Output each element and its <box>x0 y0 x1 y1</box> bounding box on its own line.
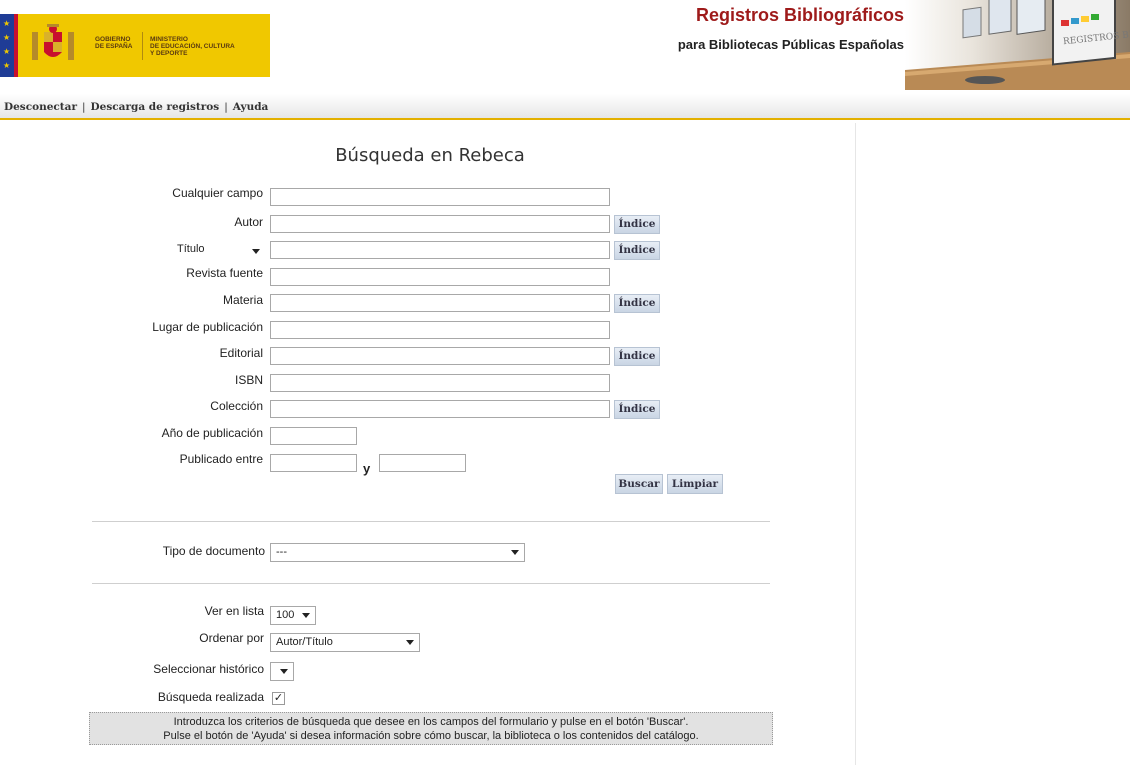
published-from-input[interactable] <box>270 454 357 472</box>
journal-input[interactable] <box>270 268 610 286</box>
ministry-line-2: DE EDUCACIÓN, CULTURA <box>150 43 235 50</box>
page-title: Búsqueda en Rebeca <box>335 145 525 166</box>
author-input[interactable] <box>270 215 610 233</box>
publisher-input[interactable] <box>270 347 610 365</box>
nav-ayuda-link[interactable]: Ayuda <box>233 101 269 113</box>
published-to-input[interactable] <box>379 454 466 472</box>
help-info-line-2: Pulse el botón de 'Ayuda' si desea infor… <box>163 730 699 742</box>
subject-index-button[interactable]: Índice <box>614 294 660 313</box>
ministry-line-1: MINISTERIO <box>150 36 188 43</box>
search-button[interactable]: Buscar <box>615 474 663 494</box>
eu-flag-strip: ★ ★ ★ ★ <box>0 14 14 77</box>
chevron-down-icon <box>252 249 260 254</box>
published-and-label: y <box>363 461 371 476</box>
de-espana-label: DE ESPAÑA <box>95 43 133 50</box>
right-column-divider <box>855 123 856 765</box>
checkmark-icon: ✓ <box>273 692 284 704</box>
publisher-label: Editorial <box>219 346 263 360</box>
doc-type-select-value: --- <box>276 546 287 558</box>
coat-of-arms-icon <box>32 24 74 60</box>
nav-separator: | <box>82 101 86 113</box>
list-size-select[interactable]: 100 <box>270 606 316 625</box>
nav-desconectar-link[interactable]: Desconectar <box>4 101 77 113</box>
ministry-line-3: Y DEPORTE <box>150 50 188 57</box>
doc-type-label: Tipo de documento <box>162 544 265 558</box>
isbn-input[interactable] <box>270 374 610 392</box>
collection-label: Colección <box>210 399 263 413</box>
year-label: Año de publicación <box>161 426 263 440</box>
section-divider <box>92 583 770 584</box>
collection-index-button[interactable]: Índice <box>614 400 660 419</box>
logo-separator <box>142 32 143 60</box>
published-between-label: Publicado entre <box>179 452 263 466</box>
nav-separator: | <box>224 101 228 113</box>
title-index-button[interactable]: Índice <box>614 241 660 260</box>
collection-input[interactable] <box>270 400 610 418</box>
search-done-checkbox[interactable]: ✓ <box>272 692 285 705</box>
app-title: Registros Bibliográficos <box>695 5 904 25</box>
help-info-line-1: Introduzca los criterios de búsqueda que… <box>173 716 689 728</box>
history-label: Seleccionar histórico <box>153 662 264 676</box>
sort-by-select-value: Autor/Título <box>276 636 333 648</box>
journal-label: Revista fuente <box>186 266 263 280</box>
chevron-down-icon <box>302 613 310 618</box>
nav-menu: Desconectar | Descarga de registros | Ayuda <box>4 101 268 113</box>
top-navbar: Desconectar | Descarga de registros | Ayuda <box>0 94 1130 120</box>
clear-button[interactable]: Limpiar <box>667 474 723 494</box>
sort-by-label: Ordenar por <box>199 631 264 645</box>
title-field-selector-value: Título <box>177 243 205 255</box>
year-input[interactable] <box>270 427 357 445</box>
place-label: Lugar de publicación <box>152 320 263 334</box>
chevron-down-icon <box>280 669 288 674</box>
app-subtitle: para Bibliotecas Públicas Españolas <box>677 37 904 52</box>
search-done-label: Búsqueda realizada <box>157 690 264 704</box>
list-size-select-value: 100 <box>276 609 295 621</box>
gobierno-text: GOBIERNO DE ESPAÑA <box>95 36 140 50</box>
ministry-text: MINISTERIO DE EDUCACIÓN, CULTURA Y DEPOR… <box>150 36 265 57</box>
section-divider <box>92 521 770 522</box>
gobierno-logo: ★ ★ ★ ★ GOBIERNO DE ESPAÑA MINISTERIO DE ED… <box>0 14 270 77</box>
header: ★ ★ ★ ★ GOBIERNO DE ESPAÑA MINISTERIO DE ED… <box>0 0 1130 90</box>
any-field-input[interactable] <box>270 188 610 206</box>
subject-label: Materia <box>222 293 263 307</box>
flag-red-stripe <box>14 14 18 77</box>
title-field-selector[interactable]: Título <box>177 243 268 260</box>
gobierno-label: GOBIERNO <box>95 36 131 43</box>
sort-by-select[interactable]: Autor/Título <box>270 633 420 652</box>
any-field-label: Cualquier campo <box>172 186 263 200</box>
nav-descarga-registros-link[interactable]: Descarga de registros <box>91 101 220 113</box>
isbn-label: ISBN <box>234 373 263 387</box>
chevron-down-icon <box>511 550 519 555</box>
doc-type-select[interactable]: --- <box>270 543 525 562</box>
title-input[interactable] <box>270 241 610 259</box>
help-info-box: Introduzca los criterios de búsqueda que… <box>89 712 773 745</box>
publisher-index-button[interactable]: Índice <box>614 347 660 366</box>
history-select[interactable] <box>270 662 294 681</box>
author-index-button[interactable]: Índice <box>614 215 660 234</box>
list-size-label: Ver en lista <box>204 604 264 618</box>
library-computers-banner-image: REGISTROS BIBLIOGRÁFICOS <box>905 0 1130 90</box>
subject-input[interactable] <box>270 294 610 312</box>
chevron-down-icon <box>406 640 414 645</box>
place-input[interactable] <box>270 321 610 339</box>
author-label: Autor <box>234 215 263 229</box>
